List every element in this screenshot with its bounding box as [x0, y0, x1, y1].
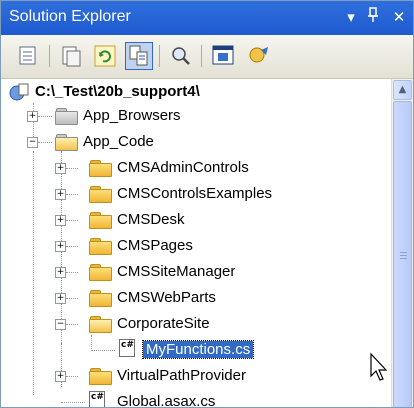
- folder-icon: [89, 238, 112, 255]
- tree-item-cmsdesk[interactable]: CMSDesk: [117, 207, 185, 233]
- tree-item-virtualpathprovider[interactable]: VirtualPathProvider: [117, 363, 246, 389]
- thumb-grip: [400, 255, 407, 256]
- tree-line: [66, 194, 78, 195]
- window-title: Solution Explorer: [9, 8, 131, 25]
- scrollbar-thumb[interactable]: [393, 101, 412, 407]
- auto-hide-pin-button[interactable]: [363, 7, 383, 27]
- csharp-file-icon: c#: [89, 391, 105, 407]
- tree-item-cmssitemanager[interactable]: CMSSiteManager: [117, 259, 235, 285]
- thumb-grip: [400, 258, 407, 259]
- tree-item-global-asax-cs[interactable]: Global.asax.cs: [117, 389, 215, 407]
- solution-tree: C:\_Test\20b_support4\ + App_Browsers − …: [1, 79, 393, 407]
- folder-icon: [89, 264, 112, 281]
- copy-website-button[interactable]: [245, 42, 273, 70]
- copy-website-icon: [249, 47, 268, 63]
- tree-line: [38, 116, 52, 117]
- open-folder-icon: [55, 134, 78, 151]
- view-designer-icon: [212, 45, 234, 65]
- properties-icon: [19, 46, 36, 65]
- selected-item-label: MyFunctions.cs: [141, 340, 255, 359]
- tree-item-cmspages[interactable]: CMSPages: [117, 233, 193, 259]
- tree-item-cmsadmincontrols[interactable]: CMSAdminControls: [117, 155, 249, 181]
- nest-related-files-icon: [129, 45, 148, 66]
- nest-related-files-button[interactable]: [125, 42, 153, 70]
- view-code-icon: [172, 47, 190, 65]
- tree-line: [66, 298, 78, 299]
- folder-icon: [89, 212, 112, 229]
- thumb-grip: [400, 252, 407, 253]
- expand-button[interactable]: +: [27, 111, 38, 122]
- tree-item-app-browsers[interactable]: App_Browsers: [83, 103, 181, 129]
- tree-line: [61, 402, 85, 403]
- tree-item-myfunctions-cs[interactable]: MyFunctions.cs: [141, 337, 255, 363]
- tree-item-corporatesite[interactable]: CorporateSite: [117, 311, 210, 337]
- folder-icon: [55, 108, 78, 125]
- expand-button[interactable]: +: [55, 267, 66, 278]
- tree-line: [91, 350, 115, 351]
- toolbar: [1, 35, 413, 79]
- mouse-cursor-icon: [370, 352, 388, 381]
- properties-button[interactable]: [15, 42, 43, 70]
- tree-line: [66, 168, 78, 169]
- window-menu-dropdown-button[interactable]: ▾: [341, 7, 361, 27]
- tree-item-cmswebparts[interactable]: CMSWebParts: [117, 285, 216, 311]
- pin-icon: [368, 7, 378, 22]
- collapse-button[interactable]: −: [27, 137, 38, 148]
- folder-icon: [89, 290, 112, 307]
- folder-icon: [89, 368, 112, 385]
- tree-item-app-code[interactable]: App_Code: [83, 129, 154, 155]
- csharp-file-icon: c#: [119, 339, 135, 357]
- scroll-up-button[interactable]: ▲: [393, 80, 412, 100]
- refresh-icon: [94, 45, 116, 67]
- expand-button[interactable]: +: [55, 163, 66, 174]
- tree-line: [66, 376, 78, 377]
- view-code-button[interactable]: [167, 42, 195, 70]
- expand-button[interactable]: +: [55, 371, 66, 382]
- title-bar[interactable]: Solution Explorer ▾ ✕: [1, 1, 413, 35]
- solution-explorer-window: Solution Explorer ▾ ✕ C:\_Test\20b_suppo…: [0, 0, 414, 408]
- expand-button[interactable]: +: [55, 215, 66, 226]
- expand-button[interactable]: +: [55, 293, 66, 304]
- tree-line: [66, 246, 78, 247]
- collapse-button[interactable]: −: [55, 319, 66, 330]
- show-all-files-button[interactable]: [57, 42, 85, 70]
- expand-button[interactable]: +: [55, 241, 66, 252]
- open-folder-icon: [89, 316, 112, 333]
- root-label: C:\_Test\20b_support4\: [35, 83, 200, 100]
- website-project-icon: [9, 83, 29, 101]
- tree-item-cmscontrolsexamples[interactable]: CMSControlsExamples: [117, 181, 272, 207]
- tree-line: [38, 142, 52, 143]
- tree-line: [91, 335, 92, 351]
- tree-line: [66, 220, 78, 221]
- expand-button[interactable]: +: [55, 189, 66, 200]
- tree-line: [66, 272, 78, 273]
- toolbar-separator: [49, 45, 50, 67]
- view-designer-button[interactable]: [209, 42, 237, 70]
- close-button[interactable]: ✕: [389, 7, 409, 27]
- toolbar-separator: [201, 45, 202, 67]
- folder-icon: [89, 186, 112, 203]
- vertical-scrollbar[interactable]: ▲: [391, 79, 413, 407]
- refresh-button[interactable]: [91, 42, 119, 70]
- toolbar-separator: [159, 45, 160, 67]
- tree-line: [33, 151, 34, 395]
- tree-line: [66, 324, 78, 325]
- show-all-files-icon: [62, 46, 81, 67]
- folder-icon: [89, 160, 112, 177]
